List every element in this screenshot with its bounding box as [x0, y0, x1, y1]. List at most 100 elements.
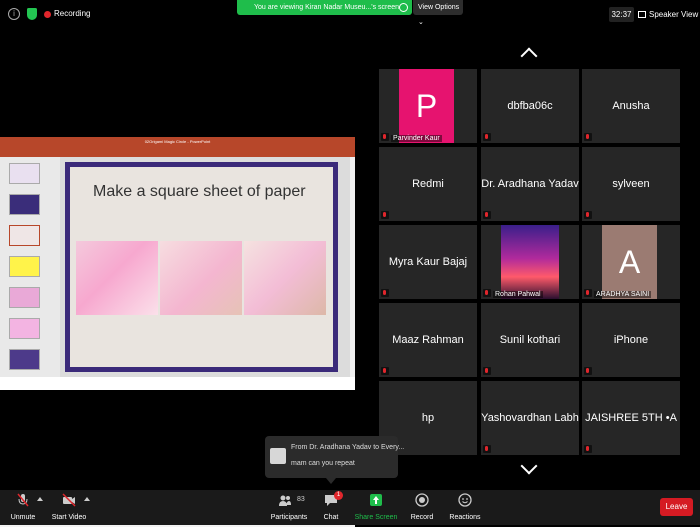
participant-video-image: [501, 225, 559, 299]
slide-photo: [76, 241, 158, 315]
participant-tile[interactable]: P Parvinder Kaur: [379, 69, 477, 143]
gallery-down-arrow-icon[interactable]: [520, 457, 538, 475]
ppt-scrollbar[interactable]: [350, 157, 355, 377]
muted-microphone-icon: [381, 211, 389, 219]
share-screen-label: Share Screen: [354, 514, 398, 521]
info-icon[interactable]: i: [8, 8, 20, 20]
unmute-button[interactable]: Unmute: [4, 490, 42, 525]
slide-thumbnail: [9, 318, 40, 339]
muted-microphone-icon: [483, 133, 491, 141]
slide-thumbnail: [9, 349, 40, 370]
participant-tile[interactable]: sylveen: [582, 147, 680, 221]
chat-notification[interactable]: From Dr. Aradhana Yadav to Every... mam …: [265, 436, 404, 478]
participant-tile[interactable]: Anusha: [582, 69, 680, 143]
unmute-label: Unmute: [10, 514, 36, 521]
participant-label: ARADHYA SAINI: [594, 291, 652, 298]
slide-thumbnail: [9, 287, 40, 308]
audio-options-caret-icon[interactable]: [37, 497, 43, 501]
participants-button[interactable]: 83 Participants: [268, 490, 310, 525]
share-banner-text: You are viewing Kiran Nadar Museu...'s s…: [254, 4, 400, 11]
participant-avatar: A: [602, 225, 657, 299]
participant-label: Parvinder Kaur: [391, 135, 442, 142]
muted-microphone-icon: [584, 211, 592, 219]
view-options-button[interactable]: View Options ⌄: [413, 0, 463, 26]
participant-tile[interactable]: Redmi: [379, 147, 477, 221]
record-icon: [415, 493, 429, 507]
gallery-up-arrow-icon[interactable]: [520, 47, 538, 65]
meeting-timer: 32:37: [609, 7, 634, 22]
participant-tile[interactable]: dbfba06c: [481, 69, 579, 143]
participant-tile[interactable]: Myra Kaur Bajaj: [379, 225, 477, 299]
share-screen-button[interactable]: Share Screen: [354, 490, 398, 525]
muted-microphone-icon: [381, 133, 389, 141]
slide-thumbnail-pane: [0, 157, 60, 377]
slide-photo: [160, 241, 242, 315]
participant-name: Sunil kothari: [499, 334, 561, 346]
start-video-button[interactable]: Start Video: [50, 490, 88, 525]
participant-tile[interactable]: Sunil kothari: [481, 303, 579, 377]
video-off-icon: [62, 493, 76, 507]
reactions-smiley-icon: [458, 493, 472, 507]
reactions-button[interactable]: Reactions: [446, 490, 484, 525]
start-video-label: Start Video: [51, 514, 87, 521]
view-options-label: View Options: [418, 4, 460, 11]
chat-message: mam can you repeat: [291, 460, 355, 467]
video-options-caret-icon[interactable]: [84, 497, 90, 501]
participants-count: 83: [297, 496, 305, 503]
participant-name: Yashovardhan Labh: [481, 412, 579, 424]
share-screen-icon: [370, 494, 382, 506]
participants-icon: [278, 495, 291, 506]
recording-label: Recording: [54, 9, 91, 18]
ppt-ribbon: [0, 147, 355, 157]
muted-microphone-icon: [483, 289, 491, 297]
participant-name: sylveen: [612, 178, 650, 190]
slide-thumbnail: [9, 256, 40, 277]
participant-name: iPhone: [613, 334, 649, 346]
muted-microphone-icon: [584, 289, 592, 297]
participant-name: Anusha: [612, 100, 650, 112]
participant-tile[interactable]: Maaz Rahman: [379, 303, 477, 377]
participant-name: Myra Kaur Bajaj: [388, 256, 468, 268]
participant-avatar: P: [399, 69, 454, 143]
muted-microphone-icon: [483, 445, 491, 453]
participant-name: JAISHREE 5TH •A: [585, 412, 677, 424]
muted-microphone-icon: [483, 211, 491, 219]
slide-thumbnail: [9, 194, 40, 215]
chat-label: Chat: [323, 514, 339, 521]
participant-tile[interactable]: iPhone: [582, 303, 680, 377]
muted-microphone-icon: [584, 367, 592, 375]
slide-title: Make a square sheet of paper: [93, 183, 306, 200]
muted-microphone-icon: [483, 367, 491, 375]
participant-name: Dr. Aradhana Yadav: [481, 178, 579, 190]
muted-microphone-icon: [584, 445, 592, 453]
chat-sender: From Dr. Aradhana Yadav to Every...: [291, 444, 405, 451]
slide-photo: [244, 241, 326, 315]
participant-name: dbfba06c: [507, 100, 553, 112]
meeting-top-bar: i Recording You are viewing Kiran Nadar …: [0, 0, 700, 30]
muted-microphone-icon: [381, 367, 389, 375]
screen-share-banner: You are viewing Kiran Nadar Museu...'s s…: [237, 0, 412, 15]
ppt-window-title: 02Origami Magic Circle - PowerPoint: [0, 137, 355, 147]
chat-unread-badge: 1: [334, 491, 343, 500]
speaker-view-label: Speaker View: [649, 10, 699, 19]
muted-microphone-icon: [17, 493, 29, 507]
security-shield-icon[interactable]: [27, 8, 37, 20]
record-button[interactable]: Record: [406, 490, 438, 525]
stop-viewing-icon[interactable]: [399, 3, 408, 12]
muted-microphone-icon: [584, 133, 592, 141]
participant-name: Maaz Rahman: [392, 334, 464, 346]
toast-pointer: [326, 478, 336, 484]
participant-tile[interactable]: Yashovardhan Labh: [481, 381, 579, 455]
slide-thumbnail: [9, 163, 40, 184]
meeting-toolbar: Unmute Start Video 83 Participants Chat …: [0, 490, 700, 525]
participant-tile[interactable]: Rohan Pahwal: [481, 225, 579, 299]
participant-tile[interactable]: Dr. Aradhana Yadav: [481, 147, 579, 221]
participant-label: Rohan Pahwal: [493, 291, 543, 298]
reactions-label: Reactions: [449, 514, 481, 521]
slide-thumbnail: [9, 225, 40, 246]
participant-name: Redmi: [412, 178, 444, 190]
speaker-view-button[interactable]: Speaker View: [638, 7, 698, 22]
participant-tile[interactable]: JAISHREE 5TH •A: [582, 381, 680, 455]
leave-button[interactable]: Leave: [660, 498, 693, 516]
participant-tile[interactable]: A ARADHYA SAINI: [582, 225, 680, 299]
